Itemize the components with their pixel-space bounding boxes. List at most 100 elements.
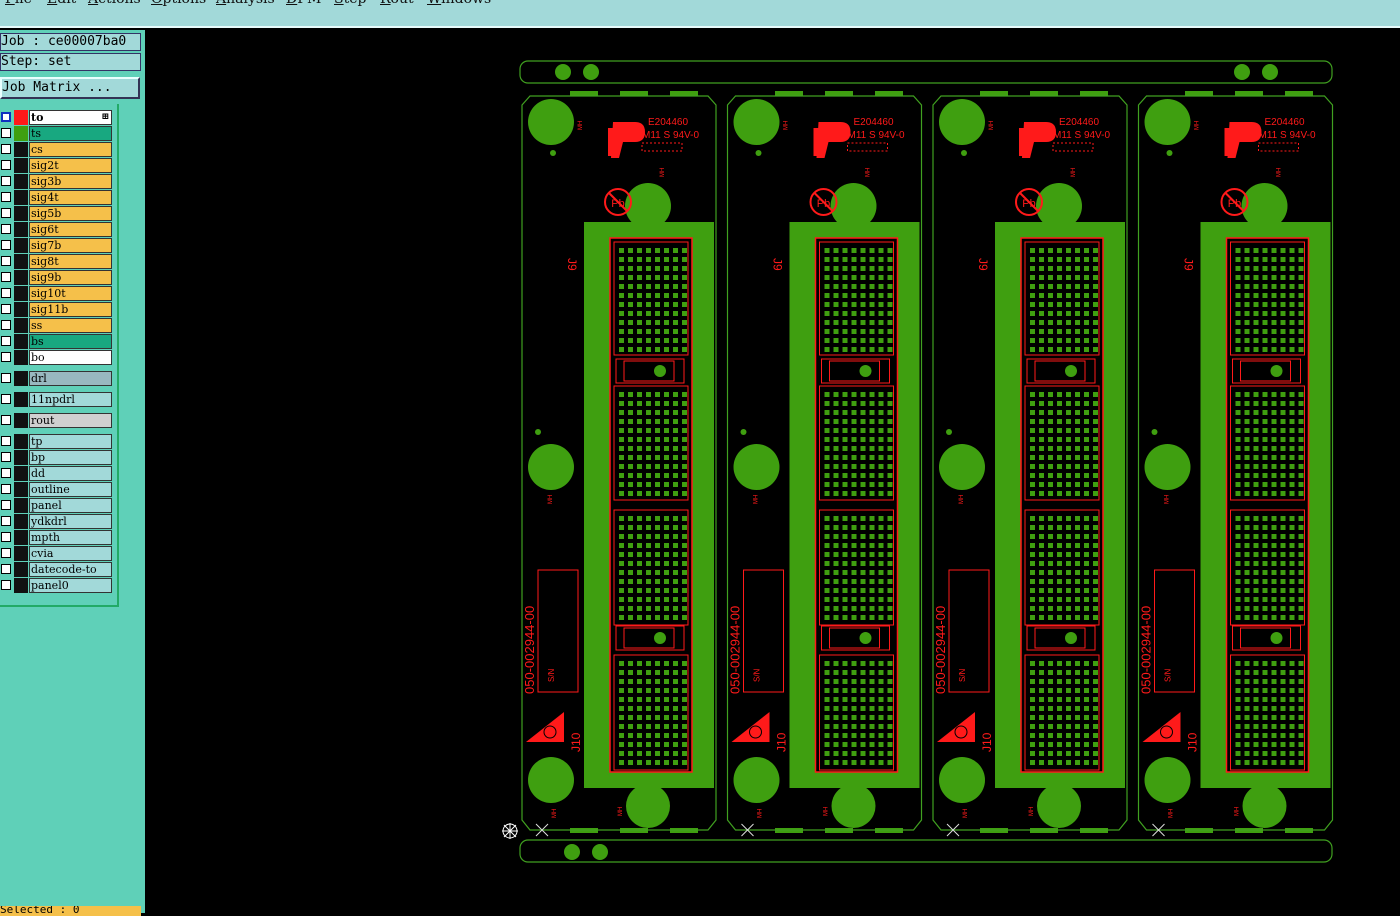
layer-name[interactable]: panel <box>29 498 112 513</box>
job-matrix-button[interactable]: Job Matrix ... <box>0 77 140 99</box>
layer-color-swatch[interactable] <box>14 190 28 205</box>
layer-name[interactable]: drl <box>29 371 112 386</box>
layer-checkbox[interactable] <box>1 208 11 218</box>
layer-color-swatch[interactable] <box>14 413 28 428</box>
layer-checkbox[interactable] <box>1 468 11 478</box>
layer-checkbox[interactable] <box>1 532 11 542</box>
layer-color-swatch[interactable] <box>14 286 28 301</box>
layer-color-swatch[interactable] <box>14 498 28 513</box>
layer-row-sig8t[interactable]: sig8t <box>0 254 114 269</box>
layer-color-swatch[interactable] <box>14 530 28 545</box>
layer-checkbox[interactable] <box>1 144 11 154</box>
layer-name[interactable]: cs <box>29 142 112 157</box>
menu-windows[interactable]: Windows <box>427 0 491 7</box>
layer-row-sig6t[interactable]: sig6t <box>0 222 114 237</box>
menu-options[interactable]: Options <box>151 0 206 7</box>
layer-row-bs[interactable]: bs <box>0 334 114 349</box>
layer-name[interactable]: outline <box>29 482 112 497</box>
layer-name[interactable]: sig2t <box>29 158 112 173</box>
layer-checkbox[interactable] <box>1 336 11 346</box>
layer-name[interactable]: rout <box>29 413 112 428</box>
layer-color-swatch[interactable] <box>14 206 28 221</box>
layer-name[interactable]: sig4t <box>29 190 112 205</box>
layer-name[interactable]: bs <box>29 334 112 349</box>
layer-color-swatch[interactable] <box>14 466 28 481</box>
layer-name[interactable]: dd <box>29 466 112 481</box>
menu-step[interactable]: Step <box>334 0 366 7</box>
layer-color-swatch[interactable] <box>14 270 28 285</box>
layer-color-swatch[interactable] <box>14 158 28 173</box>
layer-checkbox[interactable] <box>1 500 11 510</box>
graphic-canvas[interactable]: MH MH MH MH MH E204460 M11 S 94V-0 Pb J9 050-0029… <box>145 30 1400 913</box>
layer-name[interactable]: mpth <box>29 530 112 545</box>
menu-rout[interactable]: Rout <box>380 0 414 7</box>
layer-name[interactable]: sig5b <box>29 206 112 221</box>
layer-name[interactable]: sig9b <box>29 270 112 285</box>
layer-row-sig7b[interactable]: sig7b <box>0 238 114 253</box>
layer-row-sig5b[interactable]: sig5b <box>0 206 114 221</box>
layer-checkbox[interactable] <box>1 436 11 446</box>
layer-color-swatch[interactable] <box>14 302 28 317</box>
layer-color-swatch[interactable] <box>14 142 28 157</box>
layer-row-ss[interactable]: ss <box>0 318 114 333</box>
layer-row-to[interactable]: to ⊞ <box>0 110 114 125</box>
layer-checkbox[interactable] <box>1 484 11 494</box>
layer-name[interactable]: sig10t <box>29 286 112 301</box>
layer-row-rout[interactable]: rout <box>0 413 114 428</box>
layer-checkbox[interactable] <box>1 272 11 282</box>
layer-name[interactable]: bo <box>29 350 112 365</box>
menu-analysis[interactable]: Analysis <box>216 0 275 7</box>
layer-checkbox[interactable] <box>1 564 11 574</box>
layer-color-swatch[interactable] <box>14 434 28 449</box>
menu-edit[interactable]: Edit <box>47 0 76 7</box>
menu-actions[interactable]: Actions <box>88 0 141 7</box>
layer-color-swatch[interactable] <box>14 318 28 333</box>
layer-row-bo[interactable]: bo <box>0 350 114 365</box>
layer-checkbox[interactable] <box>1 288 11 298</box>
layer-row-cs[interactable]: cs <box>0 142 114 157</box>
layer-color-swatch[interactable] <box>14 514 28 529</box>
layer-row-drl[interactable]: drl <box>0 371 114 386</box>
layer-row-mpth[interactable]: mpth <box>0 530 114 545</box>
layer-row-tp[interactable]: tp <box>0 434 114 449</box>
layer-row-sig3b[interactable]: sig3b <box>0 174 114 189</box>
layer-name[interactable]: tp <box>29 434 112 449</box>
layer-checkbox[interactable] <box>1 192 11 202</box>
layer-checkbox[interactable] <box>1 160 11 170</box>
layer-color-swatch[interactable] <box>14 222 28 237</box>
layer-row-outline[interactable]: outline <box>0 482 114 497</box>
layer-checkbox[interactable] <box>1 320 11 330</box>
layer-color-swatch[interactable] <box>14 238 28 253</box>
layer-checkbox[interactable] <box>1 415 11 425</box>
layer-name[interactable]: sig8t <box>29 254 112 269</box>
layer-checkbox[interactable] <box>1 352 11 362</box>
layer-color-swatch[interactable] <box>14 174 28 189</box>
layer-checkbox[interactable] <box>1 176 11 186</box>
layer-color-swatch[interactable] <box>14 482 28 497</box>
layer-row-bp[interactable]: bp <box>0 450 114 465</box>
layer-checkbox[interactable] <box>1 304 11 314</box>
layer-color-swatch[interactable] <box>14 562 28 577</box>
layer-name[interactable]: ss <box>29 318 112 333</box>
layer-color-swatch[interactable] <box>14 350 28 365</box>
layer-name[interactable]: 11npdrl <box>29 392 112 407</box>
layer-color-swatch[interactable] <box>14 546 28 561</box>
menu-file[interactable]: File <box>5 0 32 7</box>
layer-checkbox[interactable] <box>1 112 11 122</box>
layer-name[interactable]: sig11b <box>29 302 112 317</box>
layer-name[interactable]: panel0 <box>29 578 112 593</box>
layer-row-datecode-to[interactable]: datecode-to <box>0 562 114 577</box>
layer-row-sig10t[interactable]: sig10t <box>0 286 114 301</box>
layer-checkbox[interactable] <box>1 224 11 234</box>
pcb-panel-view[interactable]: MHMHMHMHMHE204460M11 S 94V-0PbJ9050-0029… <box>145 30 1400 913</box>
layer-checkbox[interactable] <box>1 256 11 266</box>
layer-name[interactable]: cvia <box>29 546 112 561</box>
layer-row-panel[interactable]: panel <box>0 498 114 513</box>
layer-name[interactable]: bp <box>29 450 112 465</box>
layer-row-sig11b[interactable]: sig11b <box>0 302 114 317</box>
layer-name[interactable]: to ⊞ <box>29 110 112 125</box>
layer-row-dd[interactable]: dd <box>0 466 114 481</box>
layer-checkbox[interactable] <box>1 548 11 558</box>
layer-row-ts[interactable]: ts <box>0 126 114 141</box>
layer-color-swatch[interactable] <box>14 371 28 386</box>
